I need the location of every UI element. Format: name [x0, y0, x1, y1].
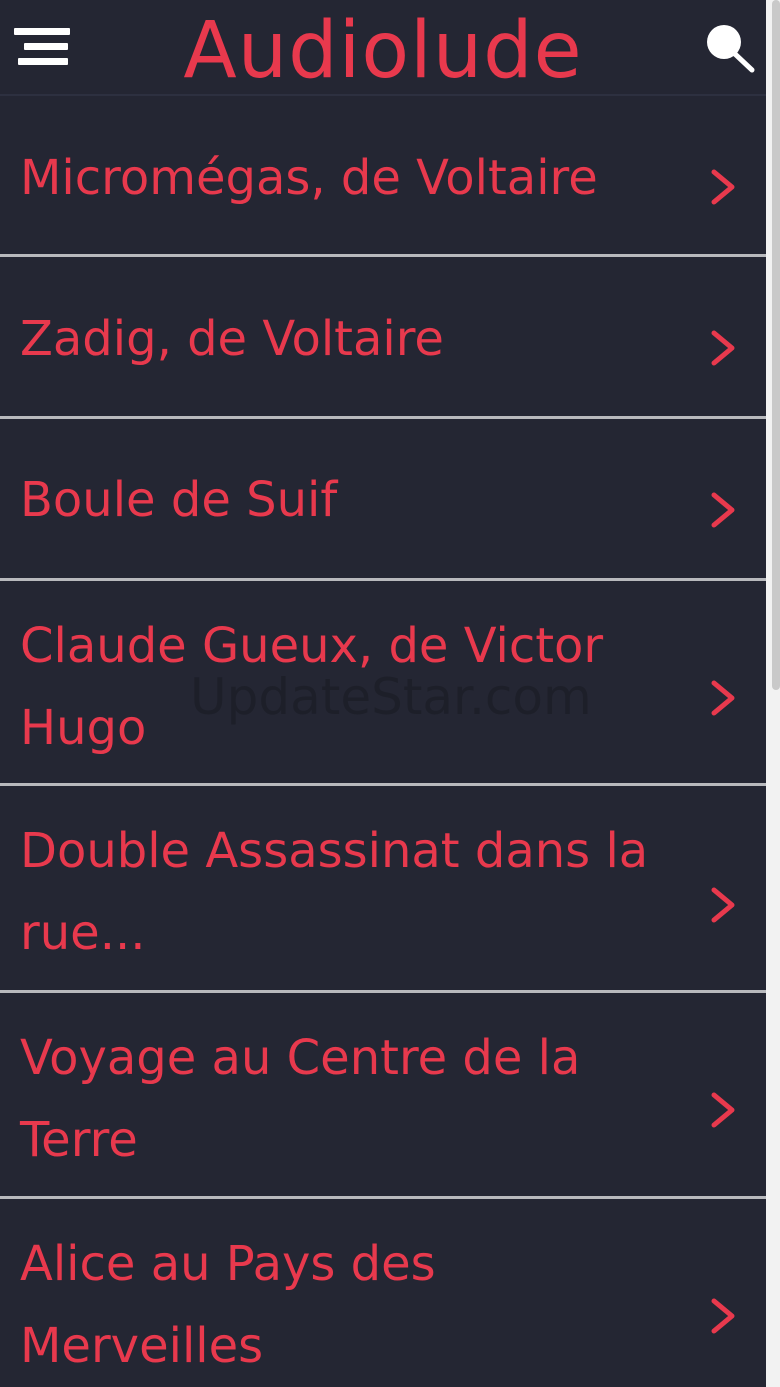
list-item-label: Alice au Pays des Merveilles — [20, 1236, 436, 1374]
list-item-label: Claude Gueux, de Victor Hugo — [20, 618, 604, 756]
chevron-right-icon — [711, 169, 735, 205]
search-icon — [707, 25, 755, 73]
chevron-right-icon — [711, 887, 735, 923]
chevron-right-icon — [711, 680, 735, 716]
list-item-label: Double Assassinat dans la rue... — [20, 823, 649, 961]
chevron-right-icon — [711, 330, 735, 366]
list-item-label: Zadig, de Voltaire — [20, 311, 444, 367]
search-button[interactable] — [700, 20, 758, 76]
app-screen: Audiolude Micromégas, de Voltaire Zadig,… — [0, 0, 766, 1387]
book-list: Micromégas, de Voltaire Zadig, de Voltai… — [0, 96, 766, 1387]
list-item[interactable]: Claude Gueux, de Victor Hugo — [0, 581, 766, 786]
list-item-label: Voyage au Centre de la Terre — [20, 1030, 581, 1168]
chevron-right-icon — [711, 1092, 735, 1128]
list-item[interactable]: Double Assassinat dans la rue... — [0, 786, 766, 993]
app-header: Audiolude — [0, 0, 766, 96]
list-item[interactable]: Zadig, de Voltaire — [0, 257, 766, 419]
chevron-right-icon — [711, 492, 735, 528]
list-item[interactable]: Micromégas, de Voltaire — [0, 96, 766, 257]
app-title: Audiolude — [183, 6, 583, 96]
list-item-label: Micromégas, de Voltaire — [20, 150, 598, 206]
chevron-right-icon — [711, 1298, 735, 1334]
list-item-label: Boule de Suif — [20, 472, 338, 528]
scrollbar[interactable] — [772, 0, 780, 690]
list-item[interactable]: Voyage au Centre de la Terre — [0, 993, 766, 1199]
list-item[interactable]: Alice au Pays des Merveilles — [0, 1199, 766, 1387]
list-item[interactable]: Boule de Suif — [0, 419, 766, 581]
